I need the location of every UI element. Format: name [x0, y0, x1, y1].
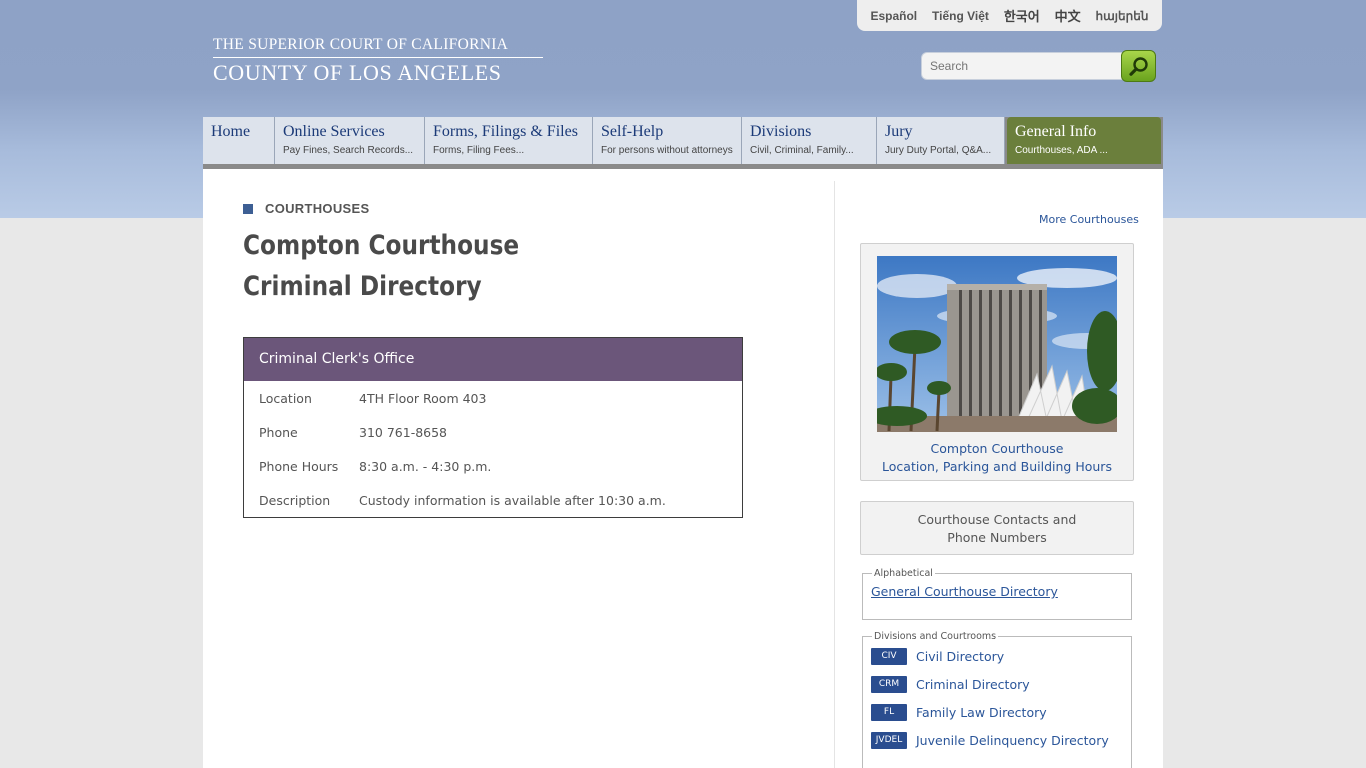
court-logo[interactable]: THE SUPERIOR COURT OF CALIFORNIA COUNTY … [213, 36, 543, 86]
nav-general-info-title: General Info [1015, 123, 1097, 140]
more-courthouses-link[interactable]: More Courthouses [1039, 213, 1139, 226]
clerk-row-value: 310 761-8658 [359, 424, 448, 440]
clerk-row-phone-hours: Phone Hours 8:30 a.m. - 4:30 p.m. [244, 449, 742, 483]
main-content: COURTHOUSES Compton Courthouse Criminal … [203, 169, 1163, 768]
photo-caption-line-2[interactable]: Location, Parking and Building Hours [861, 458, 1133, 476]
nav-online-services[interactable]: Online Services Pay Fines, Search Record… [275, 117, 425, 164]
nav-divisions[interactable]: Divisions Civil, Criminal, Family... [742, 117, 877, 164]
directory-link[interactable]: Civil Directory [916, 649, 1004, 664]
language-bar: Español Tiếng Việt 한국어 中文 հայերեն [857, 0, 1162, 31]
directory-item-criminal: CRM Criminal Directory [871, 670, 1123, 698]
alphabetical-legend: Alphabetical [874, 568, 933, 579]
language-link-chinese[interactable]: 中文 [1055, 6, 1081, 25]
directory-link[interactable]: Family Law Directory [916, 705, 1047, 720]
clerk-row-value: 8:30 a.m. - 4:30 p.m. [359, 458, 492, 474]
clerk-row-key: Phone [259, 424, 298, 440]
general-directory-link[interactable]: General Courthouse Directory [871, 584, 1123, 599]
language-link-armenian[interactable]: հայերեն [1096, 9, 1149, 23]
directory-badge: FL [871, 703, 907, 721]
clerk-office-card: Criminal Clerk's Office Location 4TH Flo… [243, 337, 743, 518]
directory-link[interactable]: Juvenile Delinquency Directory [916, 733, 1109, 748]
nav-jury-title: Jury [885, 123, 913, 140]
nav-forms-title: Forms, Filings & Files [433, 123, 578, 140]
square-bullet-icon [243, 203, 253, 214]
nav-self-help-title: Self-Help [601, 123, 664, 140]
language-link-vietnamese[interactable]: Tiếng Việt [932, 9, 989, 23]
nav-divisions-sub: Civil, Criminal, Family... [750, 145, 854, 156]
nav-self-help-sub: For persons without attorneys [601, 145, 733, 156]
logo-line-2: COUNTY OF LOS ANGELES [213, 60, 502, 85]
contacts-line-2: Phone Numbers [947, 530, 1047, 545]
directory-link[interactable]: Criminal Directory [916, 677, 1030, 692]
courthouse-photo[interactable] [877, 256, 1117, 432]
directory-item-juvenile-delinquency: JVDEL Juvenile Delinquency Directory [871, 726, 1123, 754]
alphabetical-group: Alphabetical General Courthouse Director… [862, 568, 1132, 620]
nav-home[interactable]: Home [203, 117, 275, 164]
courthouse-photo-caption[interactable]: Compton Courthouse Location, Parking and… [861, 440, 1133, 476]
nav-jury-sub: Jury Duty Portal, Q&A... [885, 145, 992, 156]
logo-line-1: THE SUPERIOR COURT OF CALIFORNIA [213, 36, 543, 58]
nav-home-title: Home [211, 123, 251, 140]
clerk-row-location: Location 4TH Floor Room 403 [244, 381, 742, 415]
page-title-line-2: Criminal Directory [243, 271, 482, 302]
directory-badge: CIV [871, 647, 907, 665]
nav-self-help[interactable]: Self-Help For persons without attorneys [593, 117, 742, 164]
directory-badge: CRM [871, 675, 907, 693]
nav-online-services-title: Online Services [283, 123, 385, 140]
search-icon [1128, 57, 1148, 76]
nav-online-services-sub: Pay Fines, Search Records... [283, 145, 414, 156]
search-box [921, 50, 1157, 82]
clerk-row-value: Custody information is available after 1… [359, 492, 666, 508]
clerk-row-key: Description [259, 492, 331, 508]
nav-general-info[interactable]: General Info Courthouses, ADA ... [1007, 117, 1161, 164]
directory-badge: JVDEL [871, 731, 907, 749]
column-divider [834, 181, 835, 768]
nav-forms[interactable]: Forms, Filings & Files Forms, Filing Fee… [425, 117, 593, 164]
search-button[interactable] [1121, 50, 1156, 82]
language-link-spanish[interactable]: Español [870, 9, 917, 23]
nav-general-info-sub: Courthouses, ADA ... [1015, 145, 1108, 156]
directory-item-civil: CIV Civil Directory [871, 642, 1123, 670]
courthouse-contacts-button[interactable]: Courthouse Contacts and Phone Numbers [860, 501, 1134, 555]
nav-divisions-title: Divisions [750, 123, 812, 140]
clerk-office-heading: Criminal Clerk's Office [244, 338, 742, 381]
clerk-row-description: Description Custody information is avail… [244, 483, 742, 517]
photo-caption-line-1[interactable]: Compton Courthouse [861, 440, 1133, 458]
clerk-row-key: Phone Hours [259, 458, 339, 474]
directory-item-family-law: FL Family Law Directory [871, 698, 1123, 726]
language-link-korean[interactable]: 한국어 [1004, 6, 1040, 25]
divisions-group: Divisions and Courtrooms CIV Civil Direc… [862, 631, 1132, 768]
nav-forms-sub: Forms, Filing Fees... [433, 145, 525, 156]
clerk-row-key: Location [259, 390, 312, 406]
contacts-line-1: Courthouse Contacts and [917, 512, 1077, 527]
section-label-text: COURTHOUSES [265, 201, 370, 216]
divisions-legend: Divisions and Courtrooms [874, 631, 997, 642]
clerk-row-phone: Phone 310 761-8658 [244, 415, 742, 449]
courthouse-photo-card[interactable]: Compton Courthouse Location, Parking and… [860, 243, 1134, 481]
search-input[interactable] [921, 52, 1127, 80]
section-label: COURTHOUSES [243, 201, 369, 216]
page-title: Compton Courthouse Criminal Directory [243, 225, 587, 307]
main-nav: Home Online Services Pay Fines, Search R… [203, 117, 1163, 169]
page-title-line-1: Compton Courthouse [243, 230, 520, 261]
nav-jury[interactable]: Jury Jury Duty Portal, Q&A... [877, 117, 1005, 164]
clerk-row-value: 4TH Floor Room 403 [359, 390, 487, 406]
